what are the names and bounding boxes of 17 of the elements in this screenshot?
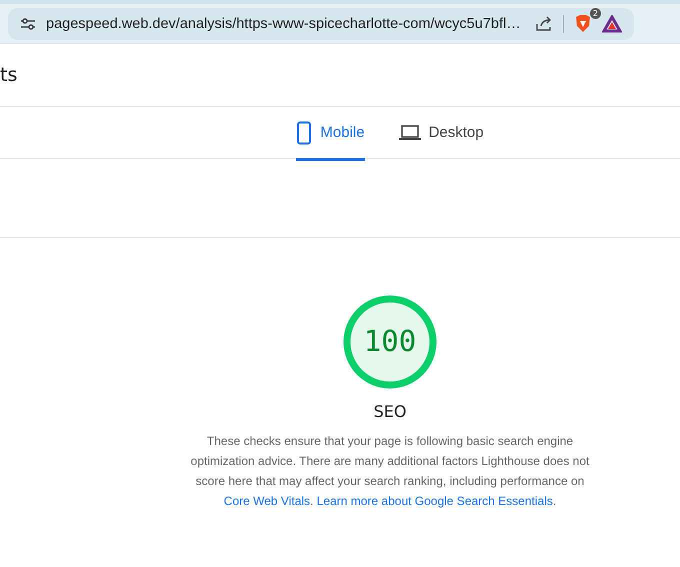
page-heading: ts <box>0 64 18 86</box>
triangle-icon[interactable] <box>602 14 622 32</box>
phone-icon <box>296 120 312 144</box>
category-title: SEO <box>374 402 406 421</box>
link[interactable]: Learn more about Google Search Essentials <box>316 494 553 508</box>
address-bar[interactable]: pagespeed.web.dev/analysis/https-www-spicecharlotte-com/wcyc5u7bfl… 2 <box>8 8 634 40</box>
link[interactable]: Core Web Vitals <box>224 494 310 508</box>
laptop-icon <box>398 124 421 140</box>
device-tab[interactable]: Desktop <box>398 107 484 161</box>
share-icon[interactable] <box>535 16 553 32</box>
count-badge: 2 <box>590 8 601 18</box>
score-value: 100 <box>362 324 418 358</box>
category-description: These checks ensure that your page is following basic search engine optimization advice. There are many additional factors Lighthouse does not score here that may affect your search ranking, including performance on Core Web Vitals. Learn more about Google Search Essentials. <box>190 433 590 510</box>
url-text: pagespeed.web.dev/analysis/https-www-spicecharlotte-com/wcyc5u7bfl… <box>46 16 522 32</box>
device-tab[interactable]: Mobile <box>296 107 365 161</box>
site-settings-icon[interactable] <box>20 16 36 30</box>
shield-icon[interactable] <box>574 14 592 34</box>
